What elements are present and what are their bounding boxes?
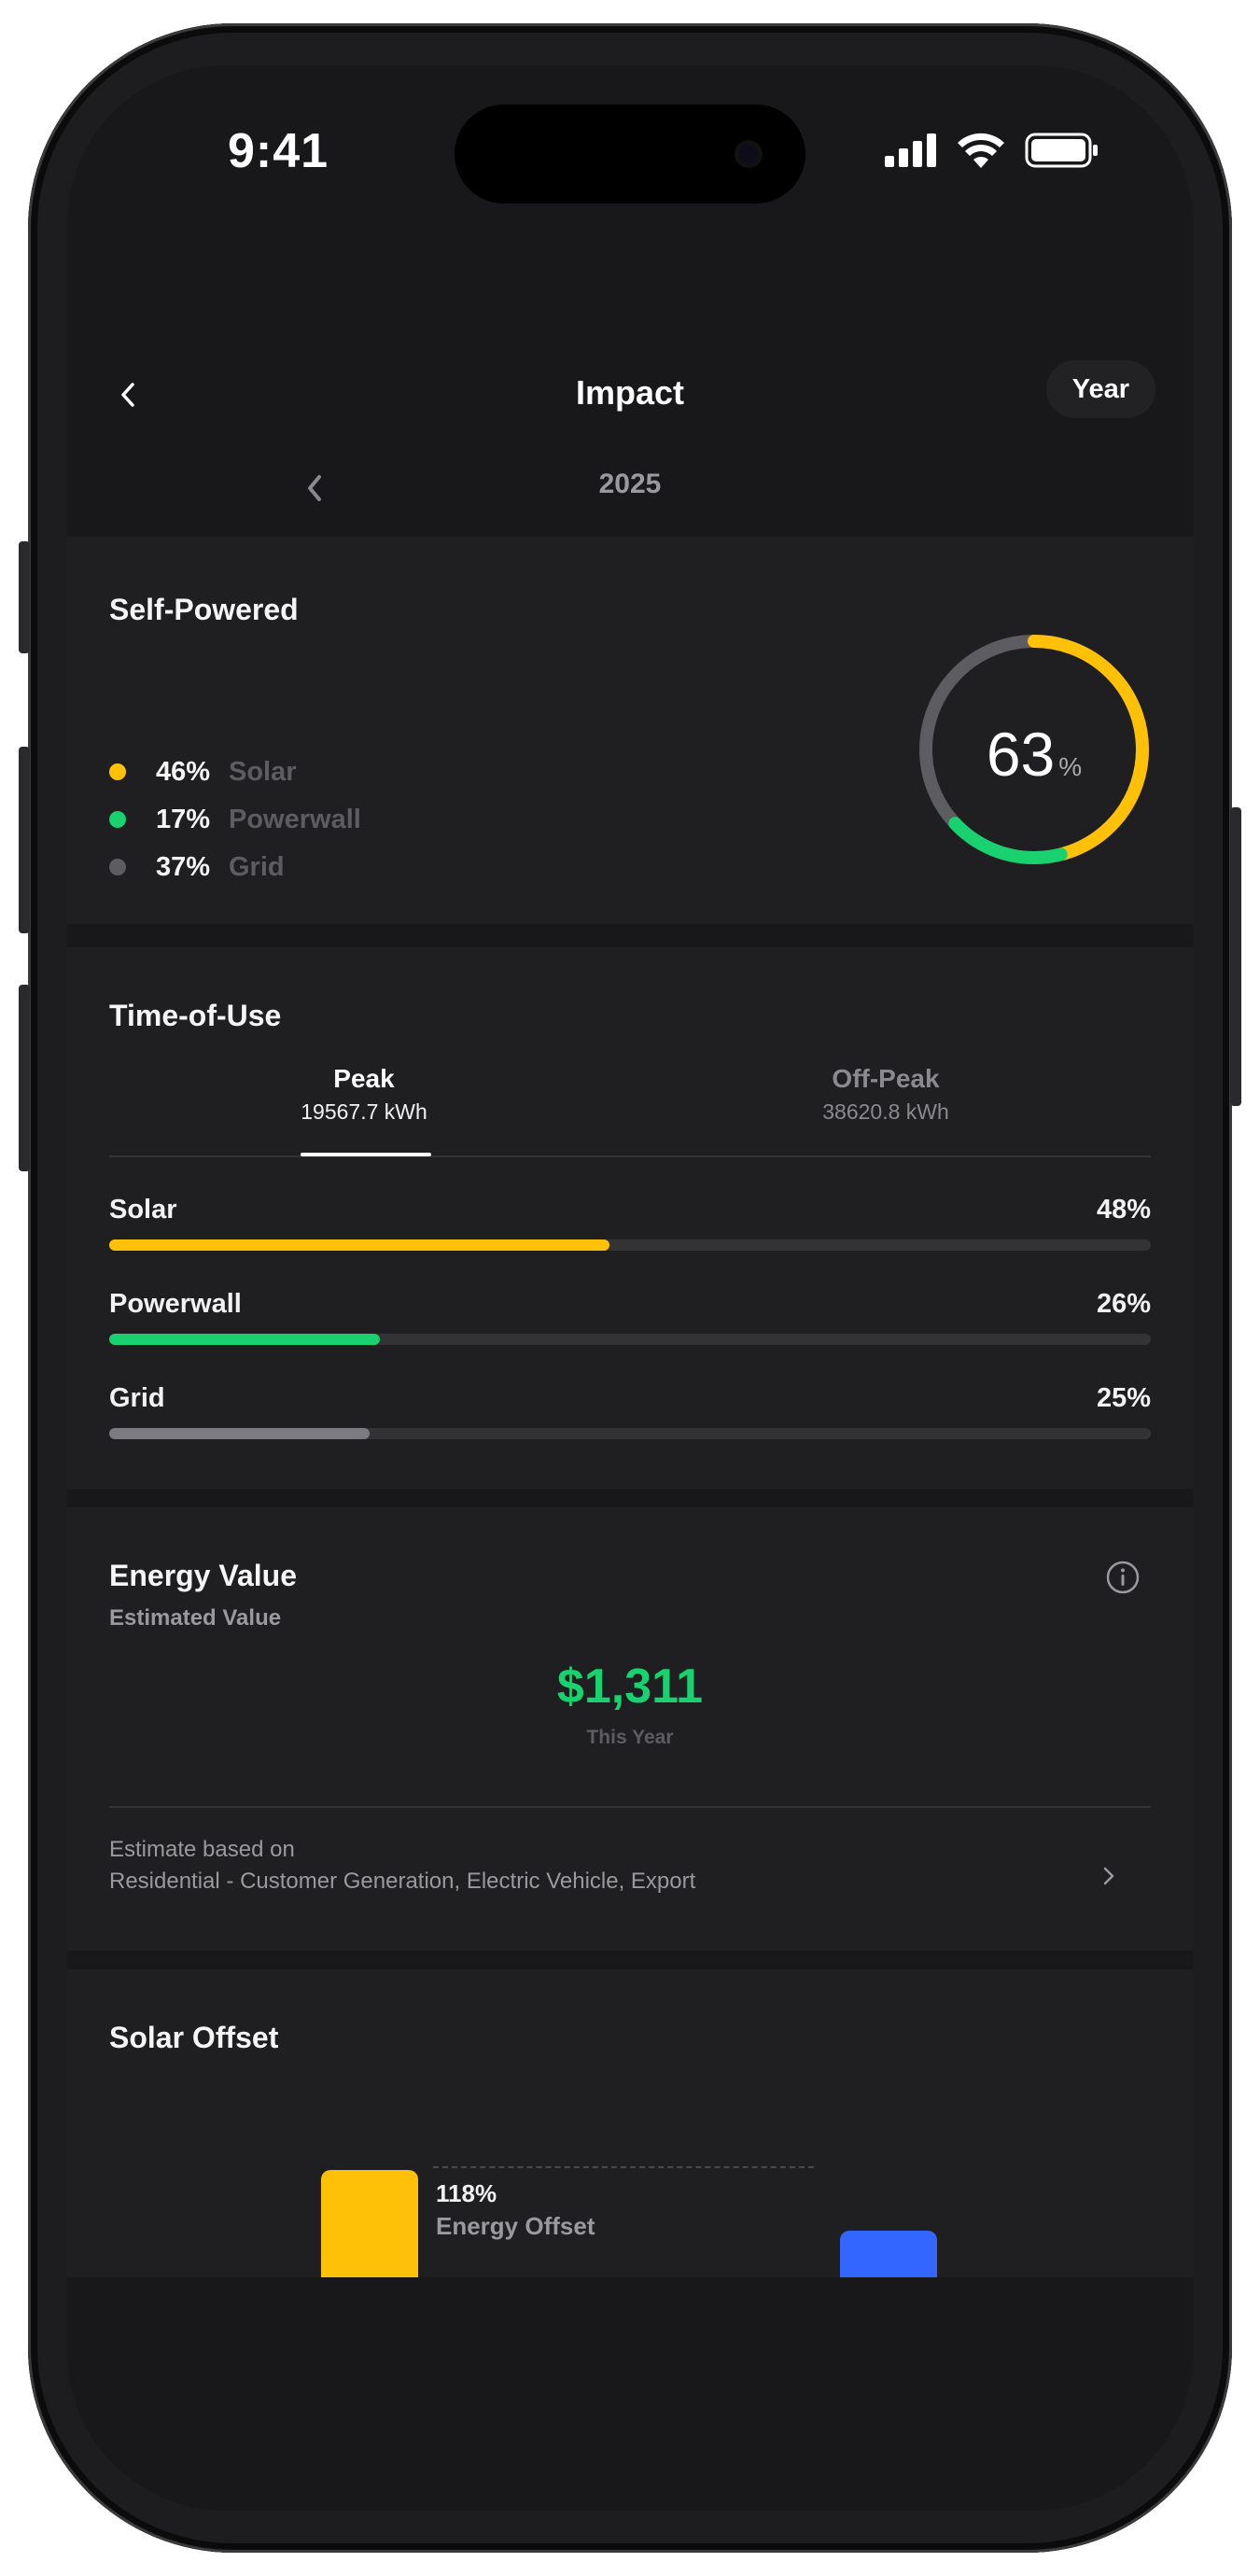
ring-value: 63%: [915, 719, 1154, 790]
offset-percent: 118%: [436, 2179, 497, 2207]
tabs-divider: [109, 1155, 1151, 1157]
page-title: Impact: [575, 373, 685, 412]
energy-value-amount: $1,311: [556, 1659, 704, 1714]
estimate-basis-heading: Estimate based on: [109, 1837, 295, 1862]
self-powered-ring: 63%: [915, 630, 1154, 869]
legend-item-powerwall: 17% Powerwall: [109, 801, 361, 838]
app-screen: 9:41 Impact Year 2025 Self-Powered 46% S…: [67, 65, 1193, 2511]
tab-label: Off-Peak: [832, 1064, 940, 1093]
wifi-icon: [958, 133, 1004, 168]
bar-row-powerwall: Powerwall 26%: [109, 1289, 1151, 1354]
legend-label: Grid: [229, 851, 285, 882]
energy-value-period: This Year: [586, 1727, 674, 1748]
offset-reference-line: [433, 2166, 814, 2168]
bar-row-solar: Solar 48%: [109, 1195, 1151, 1260]
solar-offset-card: Solar Offset 118% Energy Offset: [67, 1969, 1193, 2277]
bar-fill: [109, 1428, 370, 1439]
dynamic-island: [455, 105, 805, 203]
status-time: 9:41: [228, 124, 329, 178]
percent-unit: %: [1058, 752, 1083, 781]
tab-peak[interactable]: Peak 19567.7 kWh: [224, 1064, 504, 1125]
bar-percent: 48%: [1096, 1195, 1151, 1225]
grid-dot: [109, 859, 126, 875]
powerwall-dot: [109, 811, 126, 828]
period-selector: 2025: [67, 448, 1193, 532]
legend-item-solar: 46% Solar: [109, 753, 297, 791]
self-powered-card: Self-Powered 46% Solar 17% Powerwall 37%…: [67, 537, 1193, 924]
time-of-use-card: Time-of-Use Peak 19567.7 kWh Off-Peak 38…: [67, 947, 1193, 1489]
tab-selected-indicator: [301, 1153, 431, 1156]
solar-dot: [109, 763, 126, 780]
volume-down-button: [19, 985, 30, 1171]
tab-off-peak[interactable]: Off-Peak 38620.8 kWh: [746, 1064, 1026, 1125]
status-icons: [885, 133, 1099, 168]
bar-label: Solar: [109, 1195, 177, 1225]
home-usage-bar: [840, 2231, 937, 2277]
power-button: [1230, 807, 1241, 1106]
bar-fill: [109, 1334, 381, 1345]
bar-track: [109, 1239, 1151, 1251]
energy-value-card: Energy Value Estimated Value $1,311 This…: [67, 1507, 1193, 1951]
bar-label: Grid: [109, 1383, 165, 1413]
solar-production-bar: [321, 2170, 418, 2277]
nav-header: Impact Year: [67, 345, 1193, 448]
legend-item-grid: 37% Grid: [109, 848, 285, 886]
chevron-right-icon: [1103, 1867, 1114, 1885]
bar-track: [109, 1334, 1151, 1345]
info-icon[interactable]: [1104, 1559, 1141, 1596]
legend-percent: 17%: [155, 804, 210, 834]
self-powered-total: 63: [986, 720, 1056, 789]
offset-label: Energy Offset: [436, 2212, 595, 2240]
battery-icon: [1025, 133, 1098, 168]
estimate-basis-link[interactable]: Estimate based on Residential - Customer…: [109, 1834, 1151, 1918]
action-button: [19, 541, 30, 653]
volume-up-button: [19, 747, 30, 933]
legend-label: Powerwall: [229, 804, 361, 834]
cellular-signal-icon: [885, 133, 936, 167]
legend-percent: 46%: [155, 756, 210, 787]
card-title: Time-of-Use: [109, 999, 282, 1032]
tab-value: 19567.7 kWh: [301, 1099, 427, 1124]
bar-fill: [109, 1239, 609, 1251]
divider: [109, 1806, 1151, 1808]
legend-label: Solar: [229, 756, 297, 787]
period-label: 2025: [598, 469, 662, 499]
tab-label: Peak: [333, 1064, 395, 1093]
estimate-basis-text: Residential - Customer Generation, Elect…: [109, 1869, 696, 1894]
card-subtitle: Estimated Value: [109, 1605, 282, 1631]
bar-row-grid: Grid 25%: [109, 1383, 1151, 1449]
bar-percent: 26%: [1096, 1289, 1151, 1319]
bar-percent: 25%: [1096, 1383, 1151, 1413]
bar-track: [109, 1428, 1151, 1439]
bar-label: Powerwall: [109, 1289, 242, 1319]
card-title: Energy Value: [109, 1559, 297, 1592]
tab-value: 38620.8 kWh: [822, 1099, 949, 1124]
range-selector-button[interactable]: Year: [1045, 360, 1155, 418]
card-title: Self-Powered: [109, 593, 299, 626]
card-title: Solar Offset: [109, 2021, 279, 2054]
legend-percent: 37%: [155, 851, 210, 882]
front-camera: [735, 140, 763, 168]
